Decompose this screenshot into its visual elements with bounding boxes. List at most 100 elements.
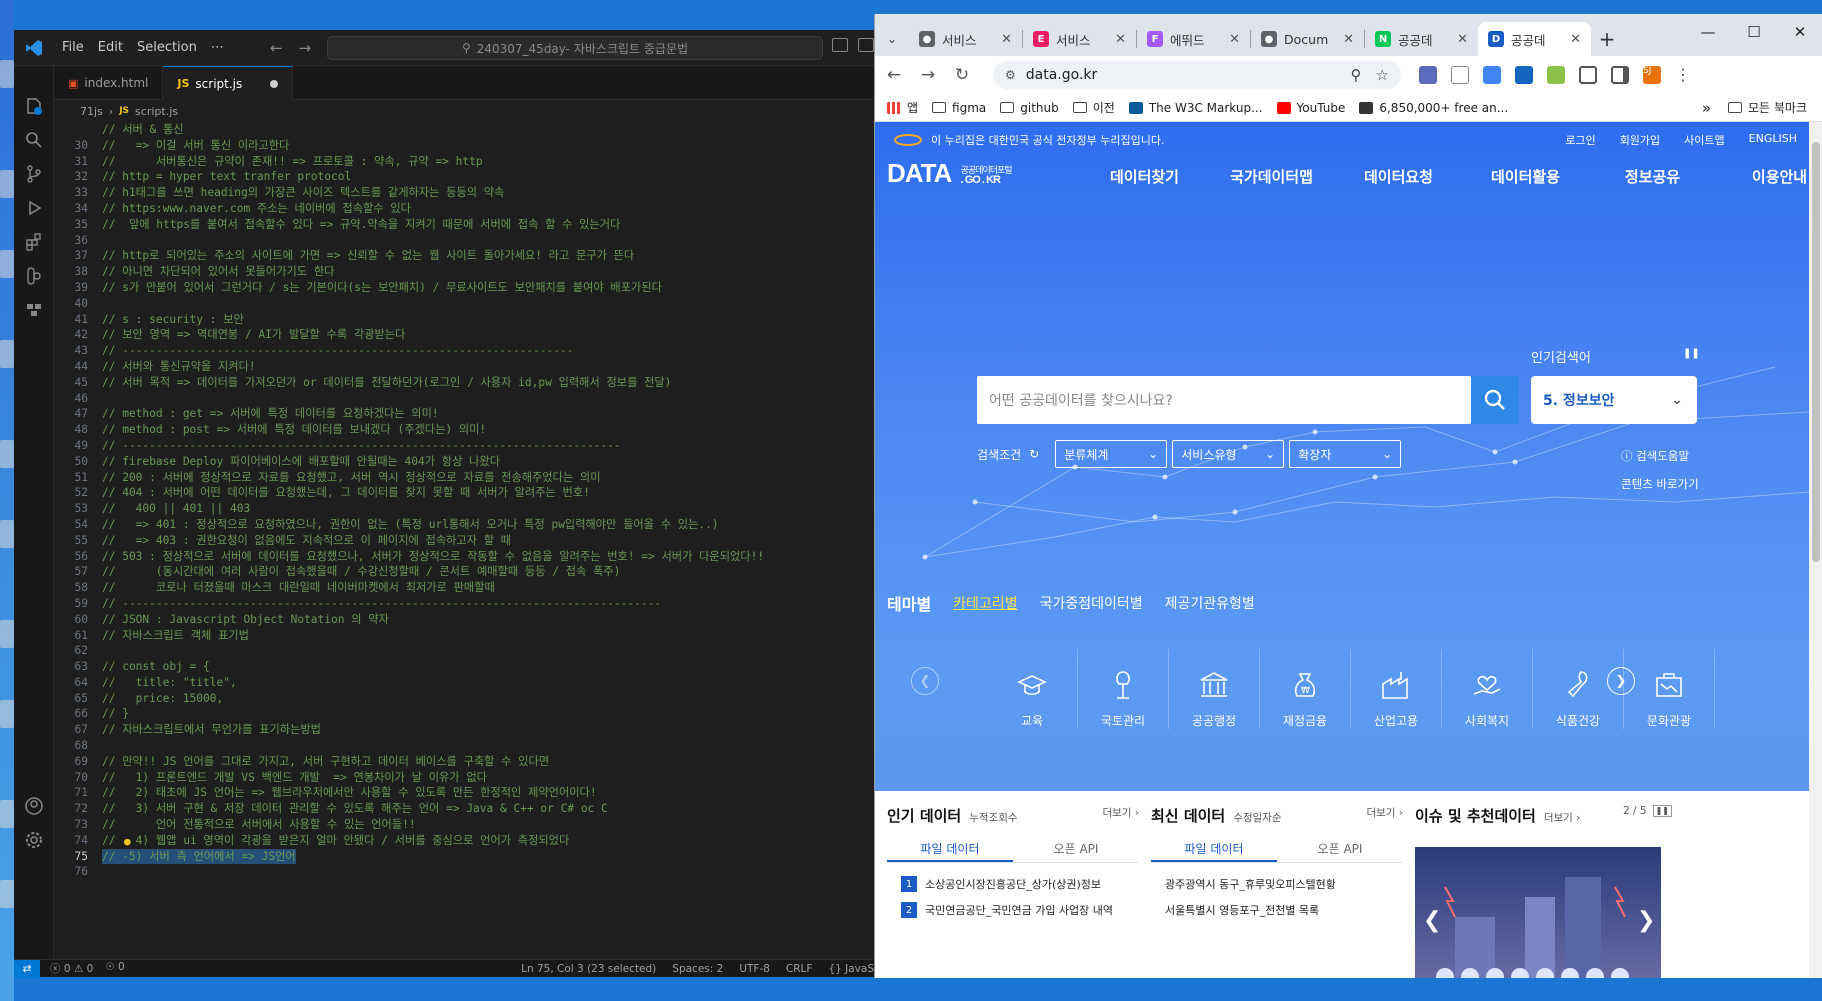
code-text[interactable]: // 보안 영역 => 역대연봉 / AI가 발달할 수록 각광받는다 [102,327,405,343]
gnb-item[interactable]: 데이터찾기 [1081,166,1208,187]
indentation[interactable]: Spaces: 2 [672,963,723,975]
filter-select[interactable]: 서비스유형 ⌄ [1172,440,1285,468]
tab-provider-type[interactable]: 제공기관유형별 [1165,593,1255,613]
code-text[interactable]: // -------------------------------------… [102,438,621,454]
top-link[interactable]: 사이트맵 [1684,132,1724,148]
code-text[interactable]: // JSON : Javascript Object Notation 의 약… [102,612,389,628]
code-text[interactable]: // 3) 서버 구현 & 저장 데이터 관리할 수 있도록 해주는 언어 =>… [102,801,608,817]
search-input[interactable]: 어떤 공공데이터를 찾으시나요? [977,376,1471,424]
category-item[interactable]: 산업고용 [1351,649,1442,729]
browser-tab[interactable]: N 공공데 ✕ [1365,22,1478,56]
new-tab-icon[interactable]: + [1591,22,1623,56]
code-text[interactable]: // price: 15000, [102,691,223,707]
code-text[interactable]: // 503 : 정상적으로 서버에 데이터를 요청했으나, 서버가 정상적으로… [102,549,764,565]
code-text[interactable]: // } [102,706,129,722]
menu-item[interactable]: Selection [137,40,197,55]
extension-icon[interactable] [1419,65,1437,84]
bookmark-item[interactable]: The W3C Markup... [1128,101,1263,115]
category-item[interactable]: ₩ 재정금융 [1260,649,1351,729]
code-editor[interactable]: // 서버 & 통신 30 // => 이걸 서버 통신 이라고한다 31 // 서버통… [54,122,874,954]
tab-index-html[interactable]: ▣ index.html [54,66,164,100]
command-center[interactable]: ⚲ 240307_45day- 자바스크립트 중급문법 [327,36,823,60]
address-bar[interactable]: ⚙ data.go.kr ⚲ ☆ [993,61,1401,89]
tab-close-icon[interactable]: ✕ [1343,32,1354,47]
page-scrollbar[interactable] [1809,122,1822,978]
code-text[interactable]: // -------------------------------------… [102,343,573,359]
list-item[interactable]: 2 국민연금공단_국민연금 가입 사업장 내역 [887,897,1139,923]
tab-search-icon[interactable]: ⌄ [875,22,909,56]
code-text[interactable]: // (동시간대에 여러 사람이 접속했을때 / 수강신청할때 / 콘서트 예매… [102,564,620,580]
code-text[interactable]: // https:www.naver.com 주소는 네이버에 접속할수 있다 [102,201,411,217]
code-text[interactable]: // -5) 서버 측 언어에서 => JS언어 [102,848,296,865]
list-item[interactable]: 서울특별시 영등포구_전천별 목록 [1151,897,1403,923]
bookmarks-overflow-icon[interactable]: » [1702,99,1711,117]
category-item[interactable]: 교육 [987,649,1078,729]
code-text[interactable]: // 코로나 터졌을때 마스크 대란일때 네이버마켓에서 최저가로 판매할때 [102,580,495,596]
tab-open-api[interactable]: 오픈 API [1013,836,1139,862]
explorer-icon[interactable] [24,96,44,116]
tab-open-api[interactable]: 오픈 API [1277,836,1403,862]
reset-icon[interactable]: ↻ [1029,447,1039,461]
browser-tab[interactable]: ● 서비스 ✕ [909,22,1022,56]
bookmark-item[interactable]: 이전 [1072,99,1115,116]
code-text[interactable]: // 1) 프론트엔드 개발 VS 백엔드 개발 => 연봉차이가 날 이유가 … [102,770,487,786]
zoom-icon[interactable]: ⚲ [1351,66,1362,84]
account-icon[interactable] [24,796,44,816]
tab-close-icon[interactable]: ✕ [1115,32,1126,47]
category-item[interactable]: 사회복지 [1442,649,1533,729]
back-icon[interactable]: ← [877,65,911,85]
filter-select[interactable]: 분류체계 ⌄ [1055,440,1168,468]
tab-close-icon[interactable]: ✕ [1229,32,1240,47]
tab-file-data[interactable]: 파일 데이터 [887,836,1013,862]
top-link[interactable]: ENGLISH [1749,132,1797,148]
language-mode[interactable]: {} JavaS [828,963,874,975]
tab-close-icon[interactable]: ✕ [1457,32,1468,47]
code-text[interactable]: // h1태그를 쓰면 heading의 가장큰 사이즈 텍스트를 같게하자는 … [102,185,504,201]
source-control-icon[interactable] [24,164,44,184]
close-icon[interactable]: ✕ [1777,14,1822,50]
code-text[interactable]: // method : get => 서버에 특정 데이터를 요청하겠다는 의미… [102,406,439,422]
unsaved-dot-icon[interactable] [270,79,279,88]
category-item[interactable]: 국토관리 [1078,649,1169,729]
prev-arrow-icon[interactable]: ❮ [911,667,939,695]
back-icon[interactable]: ← [270,39,283,57]
remote-indicator-icon[interactable]: ⇄ [14,959,40,978]
bookmark-item[interactable]: 6,850,000+ free an... [1359,101,1508,115]
code-text[interactable]: // http로 되어있는 주소의 사이트에 가면 => 신뢰할 수 없는 웹 … [102,248,634,264]
category-item[interactable]: 공공행정 [1169,649,1260,729]
gnb-item[interactable]: 이용안내 [1716,166,1809,187]
top-link[interactable]: 로그인 [1565,132,1595,148]
popular-keyword-select[interactable]: 5. 정보보안 ⌄ [1531,376,1697,424]
bookmark-item[interactable]: 앱 [887,99,918,116]
code-text[interactable]: // s : security : 보안 [102,312,244,328]
issue-banner-image[interactable]: ❮ ❯ [1415,847,1661,978]
pause-icon[interactable]: ❚❚ [1652,805,1672,817]
profile-avatar[interactable]: SJ [1643,65,1661,84]
code-text[interactable]: // method : post => 서버에 특정 데이터를 보내겠다 (주겠… [102,422,486,438]
bookmark-star-icon[interactable]: ☆ [1376,66,1389,84]
tab-category[interactable]: 카테고리별 [953,593,1017,613]
settings-gear-icon[interactable] [24,830,44,850]
code-text[interactable]: // 아니면 차단되어 있어서 못들어가기도 한다 [102,264,334,280]
extension-icon[interactable] [1483,65,1501,84]
code-text[interactable]: // => 이걸 서버 통신 이라고한다 [102,138,289,154]
code-text[interactable]: // 만약!! JS 언어를 그대로 가지고, 서버 구현하고 데이터 베이스를… [102,754,549,770]
code-text[interactable]: // 자바스크립트에서 무언가를 표기하는방법 [102,722,321,738]
bookmark-item[interactable]: figma [932,101,986,115]
encoding[interactable]: UTF-8 [739,963,770,975]
menu-item[interactable]: File [62,40,84,55]
run-debug-icon[interactable] [24,198,44,218]
bookmark-item[interactable]: YouTube [1276,101,1345,115]
toggle-panel-icon[interactable] [858,38,874,52]
cursor-position[interactable]: Ln 75, Col 3 (23 selected) [521,963,656,975]
search-icon[interactable] [24,130,44,150]
category-item[interactable]: 문화관광 [1624,649,1715,729]
code-text[interactable]: // 404 : 서버에 어떤 데이터를 요청했는데, 그 데이터를 찾지 못할… [102,485,590,501]
gnb-item[interactable]: 국가데이터맵 [1208,166,1335,187]
menu-kebab-icon[interactable]: ⋮ [1675,65,1691,84]
code-text[interactable]: // 서버통신은 규약이 존재!! => 프로토콜 : 약속, 규약 => ht… [102,154,483,170]
code-text[interactable]: // title: "title", [102,675,237,691]
toggle-sidebar-icon[interactable] [832,38,848,52]
code-text[interactable]: // 언어 전통적으로 서버에서 사용할 수 있는 언어들!! [102,817,416,833]
eol[interactable]: CRLF [786,963,813,975]
